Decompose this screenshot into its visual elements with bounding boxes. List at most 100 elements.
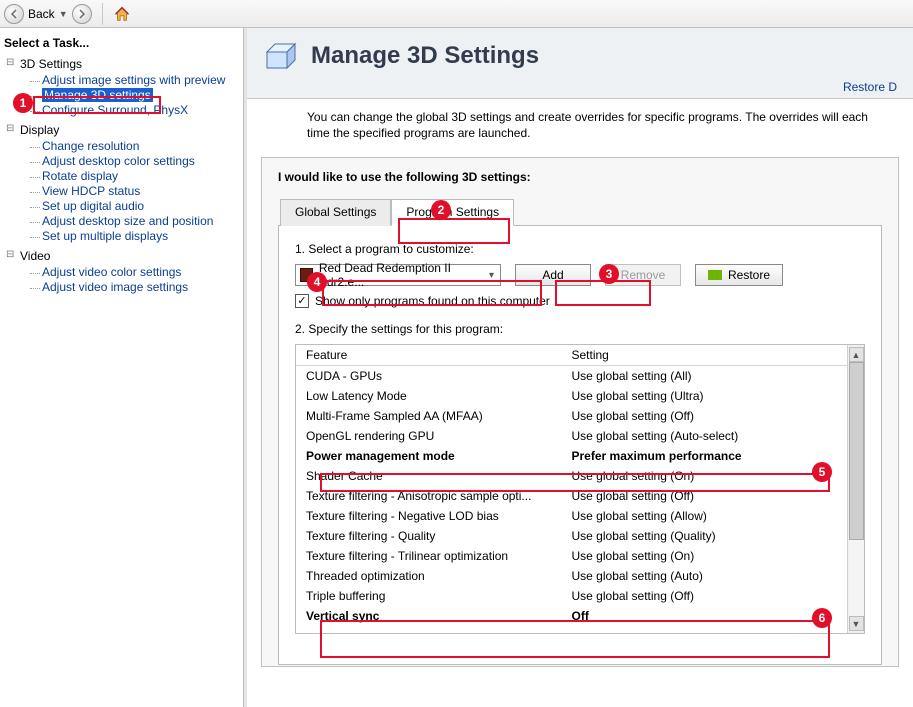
program-icon xyxy=(300,268,313,282)
feature-cell: Low Latency Mode xyxy=(306,389,572,403)
back-label: Back xyxy=(28,7,55,21)
page-title: Manage 3D Settings xyxy=(311,42,539,70)
add-button[interactable]: Add xyxy=(515,264,591,286)
chevron-down-icon: ▾ xyxy=(489,270,496,281)
settings-row[interactable]: Texture filtering - Trilinear optimizati… xyxy=(296,546,847,566)
sidebar-header: Select a Task... xyxy=(2,32,241,56)
page-header: Manage 3D Settings Restore D xyxy=(247,28,913,99)
settings-row[interactable]: OpenGL rendering GPUUse global setting (… xyxy=(296,426,847,446)
settings-row[interactable]: Texture filtering - Anisotropic sample o… xyxy=(296,486,847,506)
settings-panel: I would like to use the following 3D set… xyxy=(261,157,899,667)
setting-cell: Off xyxy=(572,609,838,623)
restore-button-label: Restore xyxy=(728,268,770,282)
task-sidebar: Select a Task... 3D Settings Adjust imag… xyxy=(0,28,244,707)
scroll-track[interactable] xyxy=(849,362,864,616)
panel-title: I would like to use the following 3D set… xyxy=(278,170,882,184)
settings-row[interactable]: Texture filtering - QualityUse global se… xyxy=(296,526,847,546)
setting-cell: Use global setting (Auto) xyxy=(572,569,838,583)
home-icon[interactable] xyxy=(113,5,131,23)
sidebar-item-hdcp[interactable]: View HDCP status xyxy=(42,184,140,198)
sidebar-item-digital-audio[interactable]: Set up digital audio xyxy=(42,199,144,213)
setting-cell: Use global setting (Off) xyxy=(572,409,838,423)
sidebar-item-rotate-display[interactable]: Rotate display xyxy=(42,169,118,183)
feature-cell: Texture filtering - Trilinear optimizati… xyxy=(306,549,572,563)
tab-global-settings[interactable]: Global Settings xyxy=(280,199,391,226)
feature-cell: Power management mode xyxy=(306,449,572,463)
feature-cell: OpenGL rendering GPU xyxy=(306,429,572,443)
feature-cell: CUDA - GPUs xyxy=(306,369,572,383)
sidebar-item-desktop-size[interactable]: Adjust desktop size and position xyxy=(42,214,213,228)
sidebar-group-label: Video xyxy=(20,249,50,263)
setting-cell: Use global setting (Auto-select) xyxy=(572,429,838,443)
scroll-thumb[interactable] xyxy=(849,362,864,540)
settings-row[interactable]: CUDA - GPUsUse global setting (All) xyxy=(296,366,847,386)
sidebar-group-label: Display xyxy=(20,123,59,137)
sidebar-item-adjust-image[interactable]: Adjust image settings with preview xyxy=(42,73,225,87)
nvidia-logo-icon xyxy=(708,270,722,280)
settings-row[interactable]: Triple bufferingUse global setting (Off) xyxy=(296,586,847,606)
toolbar-separator xyxy=(102,3,103,25)
setting-cell: Use global setting (On) xyxy=(572,469,838,483)
sidebar-item-desktop-color[interactable]: Adjust desktop color settings xyxy=(42,154,195,168)
settings-row[interactable]: Texture filtering - Negative LOD biasUse… xyxy=(296,506,847,526)
restore-button[interactable]: Restore xyxy=(695,264,783,286)
sidebar-item-change-resolution[interactable]: Change resolution xyxy=(42,139,139,153)
feature-cell: Multi-Frame Sampled AA (MFAA) xyxy=(306,409,572,423)
sidebar-tree: 3D Settings Adjust image settings with p… xyxy=(2,57,241,294)
settings-row[interactable]: Shader CacheUse global setting (On) xyxy=(296,466,847,486)
sidebar-item-video-image[interactable]: Adjust video image settings xyxy=(42,280,188,294)
program-select[interactable]: Red Dead Redemption II (rdr2.e... ▾ xyxy=(295,264,501,286)
sidebar-item-surround[interactable]: Configure Surround, PhysX xyxy=(42,103,188,117)
program-select-value: Red Dead Redemption II (rdr2.e... xyxy=(319,261,483,289)
setting-cell: Use global setting (All) xyxy=(572,369,838,383)
list-scrollbar[interactable]: ▲ ▼ xyxy=(847,345,864,633)
setting-cell: Use global setting (Allow) xyxy=(572,509,838,523)
sidebar-group-label: 3D Settings xyxy=(20,57,82,71)
setting-cell: Prefer maximum performance xyxy=(572,449,838,463)
sidebar-group-video[interactable]: Video Adjust video color settings Adjust… xyxy=(6,249,241,294)
show-only-checkbox[interactable]: ✓ xyxy=(295,294,309,308)
sidebar-group-3d[interactable]: 3D Settings Adjust image settings with p… xyxy=(6,57,241,117)
show-only-label: Show only programs found on this compute… xyxy=(315,294,550,308)
sidebar-item-multiple-displays[interactable]: Set up multiple displays xyxy=(42,229,168,243)
tab-strip: Global Settings Program Settings xyxy=(280,198,882,225)
content-pane: Manage 3D Settings Restore D You can cha… xyxy=(244,28,913,707)
scroll-up-icon[interactable]: ▲ xyxy=(849,347,864,362)
col-feature: Feature xyxy=(306,348,572,362)
setting-cell: Use global setting (Ultra) xyxy=(572,389,838,403)
settings-list: Feature Setting CUDA - GPUsUse global se… xyxy=(295,344,865,634)
feature-cell: Texture filtering - Negative LOD bias xyxy=(306,509,572,523)
sidebar-group-display[interactable]: Display Change resolution Adjust desktop… xyxy=(6,123,241,243)
step2-label: 2. Specify the settings for this program… xyxy=(295,322,865,336)
scroll-down-icon[interactable]: ▼ xyxy=(849,616,864,631)
sidebar-item-manage-3d[interactable]: Manage 3D settings xyxy=(42,88,153,102)
settings-row[interactable]: Power management modePrefer maximum perf… xyxy=(296,446,847,466)
feature-cell: Texture filtering - Quality xyxy=(306,529,572,543)
intro-text: You can change the global 3D settings an… xyxy=(247,99,913,155)
settings-list-header: Feature Setting xyxy=(296,345,847,366)
setting-cell: Use global setting (Off) xyxy=(572,489,838,503)
arrow-right-icon xyxy=(77,9,87,19)
feature-cell: Shader Cache xyxy=(306,469,572,483)
back-dropdown-caret[interactable]: ▼ xyxy=(59,9,68,19)
settings-cube-icon xyxy=(263,38,299,74)
feature-cell: Triple buffering xyxy=(306,589,572,603)
navigation-toolbar: Back ▼ xyxy=(0,0,913,28)
feature-cell: Threaded optimization xyxy=(306,569,572,583)
restore-defaults-link[interactable]: Restore D xyxy=(843,80,897,94)
settings-row[interactable]: Threaded optimizationUse global setting … xyxy=(296,566,847,586)
sidebar-item-video-color[interactable]: Adjust video color settings xyxy=(42,265,181,279)
remove-button: Remove xyxy=(605,264,681,286)
setting-cell: Use global setting (Quality) xyxy=(572,529,838,543)
col-setting: Setting xyxy=(572,348,838,362)
setting-cell: Use global setting (Off) xyxy=(572,589,838,603)
feature-cell: Vertical sync xyxy=(306,609,572,623)
back-button[interactable] xyxy=(4,4,24,24)
arrow-left-icon xyxy=(9,9,19,19)
tab-program-settings[interactable]: Program Settings xyxy=(391,199,514,226)
settings-row[interactable]: Low Latency ModeUse global setting (Ultr… xyxy=(296,386,847,406)
settings-row[interactable]: Vertical syncOff xyxy=(296,606,847,626)
forward-button[interactable] xyxy=(72,4,92,24)
settings-row[interactable]: Multi-Frame Sampled AA (MFAA)Use global … xyxy=(296,406,847,426)
tab-body: 1. Select a program to customize: Red De… xyxy=(278,225,882,665)
